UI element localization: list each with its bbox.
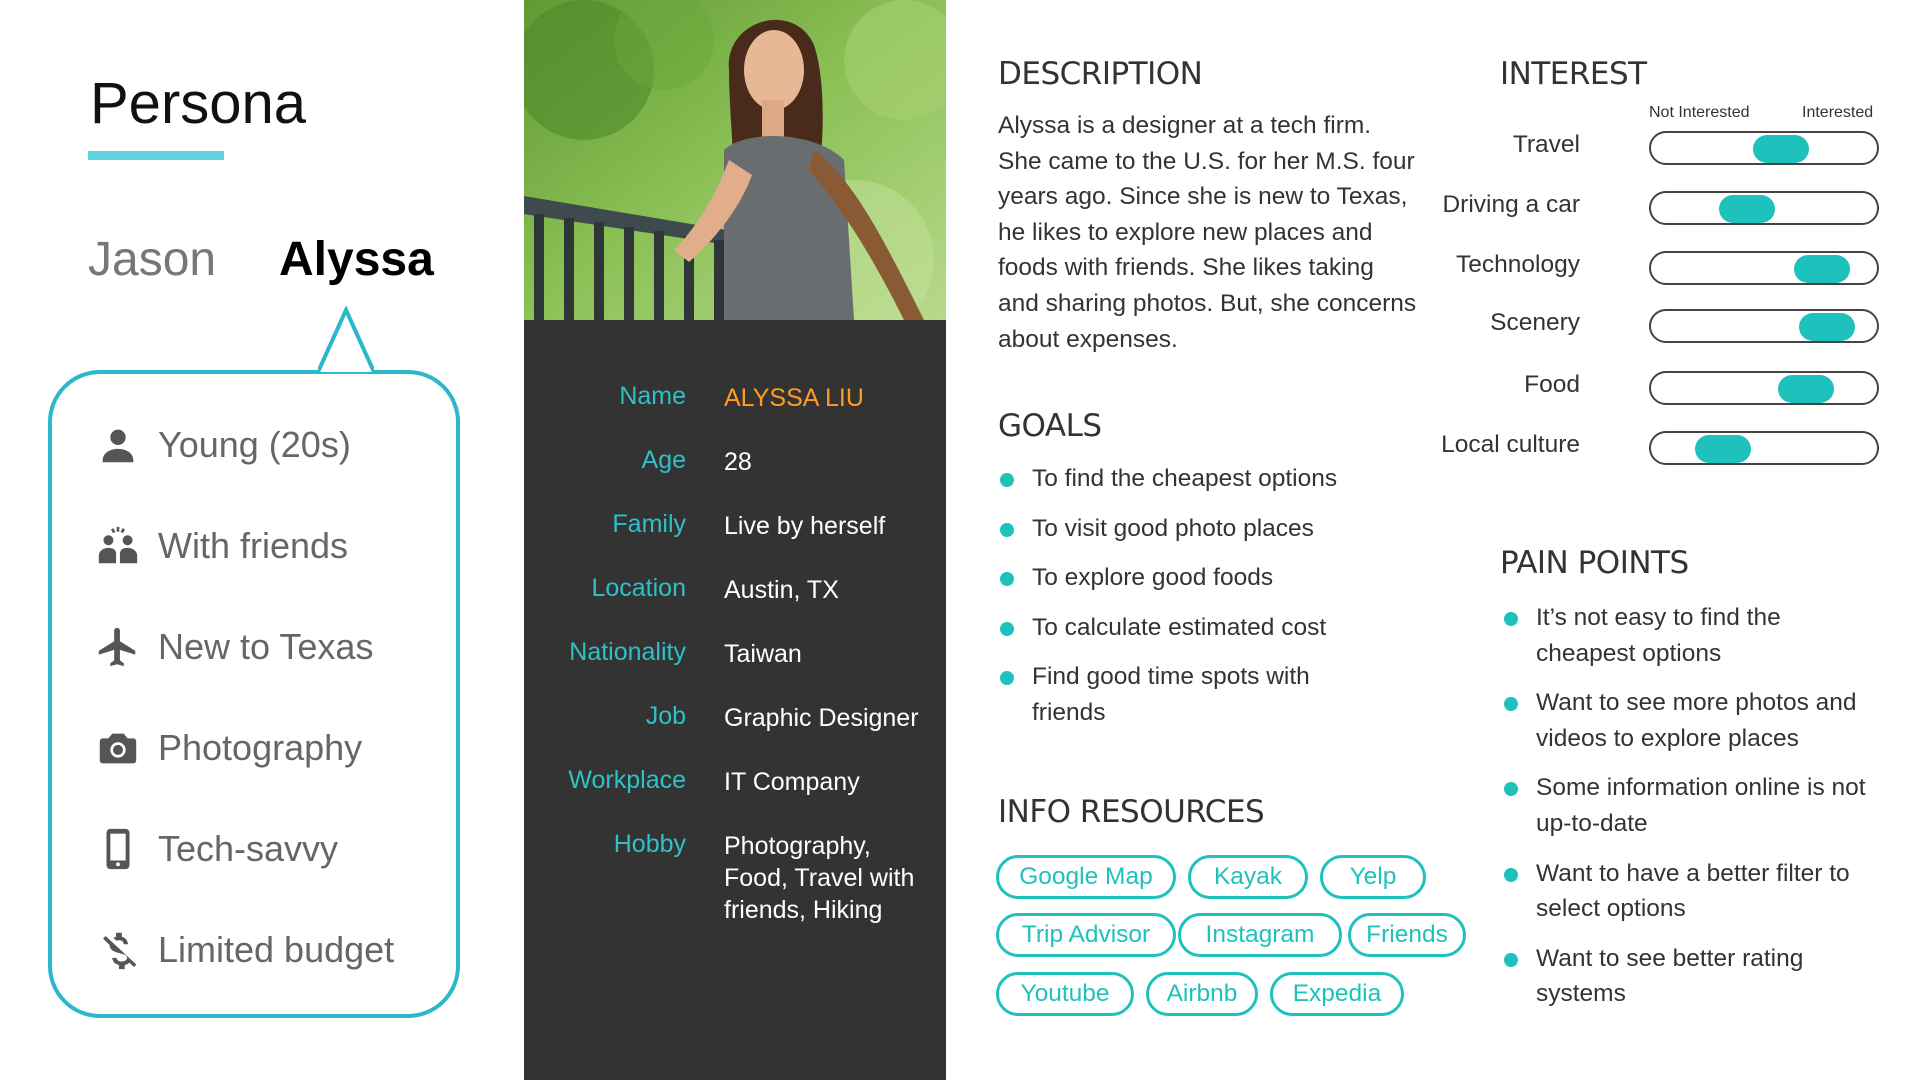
- slider-knob[interactable]: [1752, 135, 1809, 163]
- trait-item: Tech-savvy: [92, 819, 338, 879]
- bubble-pointer: [318, 306, 374, 373]
- interest-slider[interactable]: [1649, 131, 1879, 165]
- persona-photo: [524, 0, 946, 320]
- description-text: Alyssa is a designer at a tech firm. She…: [998, 112, 1417, 353]
- goal-item: To explore good foods: [996, 560, 1396, 596]
- pain-point-item: Want to see more photos and videos to ex…: [1500, 685, 1900, 756]
- interest-label: Scenery: [1490, 309, 1580, 336]
- profile-label: Age: [641, 446, 686, 474]
- pain-point-item: Want to have a better filter to select o…: [1500, 856, 1900, 927]
- resource-chip[interactable]: Kayak: [1188, 855, 1308, 899]
- person-icon: [92, 419, 144, 471]
- trait-label: Photography: [158, 727, 363, 768]
- goal-item: To visit good photo places: [996, 511, 1396, 547]
- resource-chip[interactable]: Airbnb: [1146, 972, 1258, 1016]
- profile-value: Austin, TX: [724, 576, 839, 604]
- pain-point-item: Some information online is not up-to-dat…: [1500, 770, 1880, 841]
- interest-label: Driving a car: [1442, 191, 1580, 218]
- trait-item: Young (20s): [92, 415, 351, 475]
- profile-value: Graphic Designer: [724, 704, 919, 732]
- slider-knob[interactable]: [1719, 195, 1776, 223]
- profile-label: Hobby: [613, 830, 686, 858]
- tab-alyssa[interactable]: Alyssa: [279, 232, 434, 287]
- profile-label: Nationality: [569, 638, 686, 666]
- interest-label: Food: [1524, 371, 1580, 398]
- interest-slider[interactable]: [1649, 309, 1879, 343]
- profile-label: Family: [612, 510, 686, 538]
- profile-value: Photography, Food, Travel with friends, …: [724, 832, 915, 924]
- scale-low-label: Not Interested: [1649, 104, 1750, 121]
- interest-row: Technology: [1456, 248, 1880, 288]
- interest-label: Local culture: [1441, 431, 1580, 458]
- interest-row: Travel: [1460, 128, 1880, 168]
- trait-label: Young (20s): [158, 424, 351, 465]
- interest-row: Local culture: [1441, 428, 1880, 468]
- interest-row: Scenery: [1460, 306, 1880, 346]
- page-title: Persona: [90, 71, 307, 136]
- traits-list: Young (20s) With friends New to Texas Ph…: [48, 370, 460, 1018]
- profile-value: Taiwan: [724, 640, 802, 668]
- profile-value: Live by herself: [724, 512, 886, 540]
- profile-label: Name: [619, 382, 686, 410]
- resource-chip[interactable]: Trip Advisor: [996, 913, 1176, 957]
- pain-point-item: It’s not easy to find the cheapest optio…: [1500, 600, 1830, 671]
- trait-item: New to Texas: [92, 617, 373, 677]
- airplane-icon: [92, 621, 144, 673]
- profile-panel: Name ALYSSA LIU Age 28 Family Live by he…: [524, 320, 946, 1080]
- smartphone-icon: [92, 823, 144, 875]
- scale-high-label: Interested: [1802, 104, 1874, 121]
- resource-chip[interactable]: Yelp: [1320, 855, 1426, 899]
- profile-value: ALYSSA LIU: [724, 384, 864, 412]
- goals-title: GOALS: [998, 408, 1102, 444]
- profile-label: Job: [645, 702, 686, 730]
- trait-item: Photography: [92, 718, 362, 778]
- resource-chip[interactable]: Instagram: [1178, 913, 1342, 957]
- resource-chip[interactable]: Google Map: [996, 855, 1176, 899]
- slider-knob[interactable]: [1694, 435, 1751, 463]
- interest-label: Technology: [1456, 251, 1580, 278]
- interest-slider[interactable]: [1649, 431, 1879, 465]
- goal-item: To calculate estimated cost: [996, 610, 1396, 646]
- camera-icon: [92, 722, 144, 774]
- interest-row: Food: [1460, 368, 1880, 408]
- profile-value: IT Company: [724, 768, 860, 796]
- description-title: DESCRIPTION: [998, 56, 1203, 92]
- trait-item: Limited budget: [92, 920, 394, 980]
- interest-row: Driving a car: [1442, 188, 1880, 228]
- trait-label: Tech-savvy: [158, 828, 339, 869]
- pain-points-list: It’s not easy to find the cheapest optio…: [1500, 600, 1900, 1012]
- trait-item: With friends: [92, 516, 348, 576]
- interest-label: Travel: [1512, 131, 1580, 158]
- interest-slider[interactable]: [1649, 371, 1879, 405]
- slider-knob[interactable]: [1799, 313, 1856, 341]
- slider-knob[interactable]: [1777, 375, 1834, 403]
- resource-chip[interactable]: Expedia: [1270, 972, 1404, 1016]
- resource-chip[interactable]: Friends: [1348, 913, 1466, 957]
- interest-slider[interactable]: [1649, 251, 1879, 285]
- slider-knob[interactable]: [1794, 255, 1851, 283]
- trait-label: New to Texas: [158, 626, 374, 667]
- profile-value: 28: [724, 448, 752, 476]
- pain-point-item: Want to see better rating systems: [1500, 941, 1860, 1012]
- goals-list: To find the cheapest options To visit go…: [996, 461, 1396, 731]
- trait-label: With friends: [158, 525, 349, 566]
- tab-jason[interactable]: Jason: [88, 232, 216, 287]
- group-icon: [92, 520, 144, 572]
- pain-points-title: PAIN POINTS: [1500, 545, 1689, 581]
- interest-slider[interactable]: [1649, 191, 1879, 225]
- money-off-icon: [92, 924, 144, 976]
- title-underline: [88, 151, 224, 160]
- trait-label: Limited budget: [158, 929, 395, 970]
- goal-item: To find the cheapest options: [996, 461, 1396, 497]
- resource-chip[interactable]: Youtube: [996, 972, 1134, 1016]
- interest-title: INTEREST: [1500, 56, 1647, 92]
- profile-label: Workplace: [568, 766, 686, 794]
- info-resources-title: INFO RESOURCES: [998, 794, 1265, 830]
- goal-item: Find good time spots with friends: [996, 659, 1336, 730]
- profile-label: Location: [591, 574, 686, 602]
